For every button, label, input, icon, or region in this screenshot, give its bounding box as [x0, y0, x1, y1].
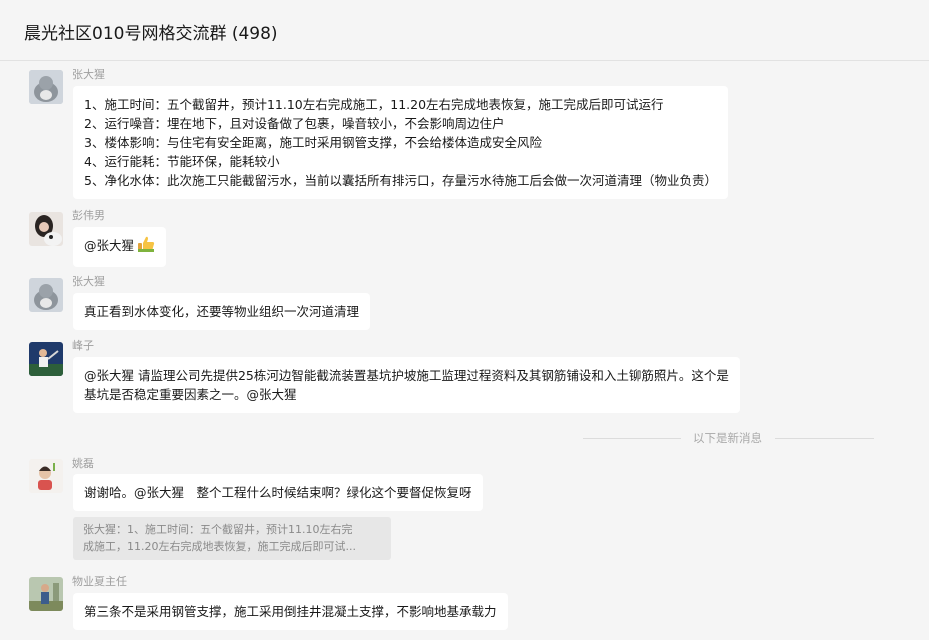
quoted-message[interactable]: 张大猩：1、施工时间：五个截留井，预计11.10左右完 成施工，11.20左右完…: [73, 517, 391, 560]
message-bubble[interactable]: 1、施工时间：五个截留井，预计11.10左右完成施工，11.20左右完成地表恢复…: [73, 86, 728, 199]
message-bubble[interactable]: @张大猩 请监理公司先提供25栋河边智能截流装置基坑护坡施工监理过程资料及其钢筋…: [73, 357, 740, 413]
message-text: 第三条不是采用钢管支撑，施工采用倒挂井混凝土支撑，不影响地基承载力: [84, 604, 497, 619]
message-line: 5、净化水体：此次施工只能截留污水，当前以囊括所有排污口，存量污水待施工后会做一…: [84, 173, 717, 188]
avatar[interactable]: [29, 70, 63, 104]
sender-name: 峰子: [72, 339, 94, 352]
message-text: 谢谢哈。@张大猩 整个工程什么时候结束啊？绿化这个要督促恢复呀: [84, 485, 472, 500]
message-line: @张大猩 请监理公司先提供25栋河边智能截流装置基坑护坡施工监理过程资料及其钢筋…: [84, 368, 729, 383]
thumbs-up-icon: [137, 236, 155, 258]
message-bubble[interactable]: 第三条不是采用钢管支撑，施工采用倒挂井混凝土支撑，不影响地基承载力: [73, 593, 508, 630]
avatar[interactable]: [29, 342, 63, 376]
new-messages-label: 以下是新消息: [693, 431, 762, 445]
message-line: 3、楼体影响：与住宅有安全距离，施工时采用钢管支撑，不会给楼体造成安全风险: [84, 135, 542, 150]
sender-name: 彭伟男: [72, 209, 105, 222]
avatar[interactable]: [29, 459, 63, 493]
sender-name: 张大猩: [72, 68, 105, 81]
message-text: @张大猩: [84, 238, 135, 253]
chat-title[interactable]: 晨光社区010号网格交流群 (498): [24, 19, 278, 44]
avatar[interactable]: [29, 278, 63, 312]
message-line: 4、运行能耗：节能环保，能耗较小: [84, 154, 280, 169]
avatar[interactable]: [29, 212, 63, 246]
divider-line: [775, 438, 874, 439]
avatar[interactable]: [29, 577, 63, 611]
divider-line: [583, 438, 681, 439]
chat-header: 晨光社区010号网格交流群 (498): [0, 0, 929, 61]
sender-name: 物业夏主任: [72, 575, 127, 588]
message-bubble[interactable]: 真正看到水体变化，还要等物业组织一次河道清理: [73, 293, 371, 330]
quote-line: 张大猩：1、施工时间：五个截留井，预计11.10左右完: [83, 523, 353, 536]
message-line: 2、运行噪音：埋在地下，且对设备做了包裹，噪音较小，不会影响周边住户: [84, 116, 505, 131]
sender-name: 张大猩: [72, 275, 105, 288]
message-bubble[interactable]: @张大猩: [73, 227, 167, 267]
message-line: 基坑是否稳定重要因素之一。@张大猩: [84, 387, 297, 402]
message-bubble[interactable]: 谢谢哈。@张大猩 整个工程什么时候结束啊？绿化这个要督促恢复呀: [73, 474, 483, 511]
sender-name: 姚磊: [72, 457, 94, 470]
message-text: 真正看到水体变化，还要等物业组织一次河道清理: [84, 304, 360, 319]
quote-line: 成施工，11.20左右完成地表恢复，施工完成后即可试...: [83, 540, 356, 553]
message-line: 1、施工时间：五个截留井，预计11.10左右完成施工，11.20左右完成地表恢复…: [84, 97, 664, 112]
